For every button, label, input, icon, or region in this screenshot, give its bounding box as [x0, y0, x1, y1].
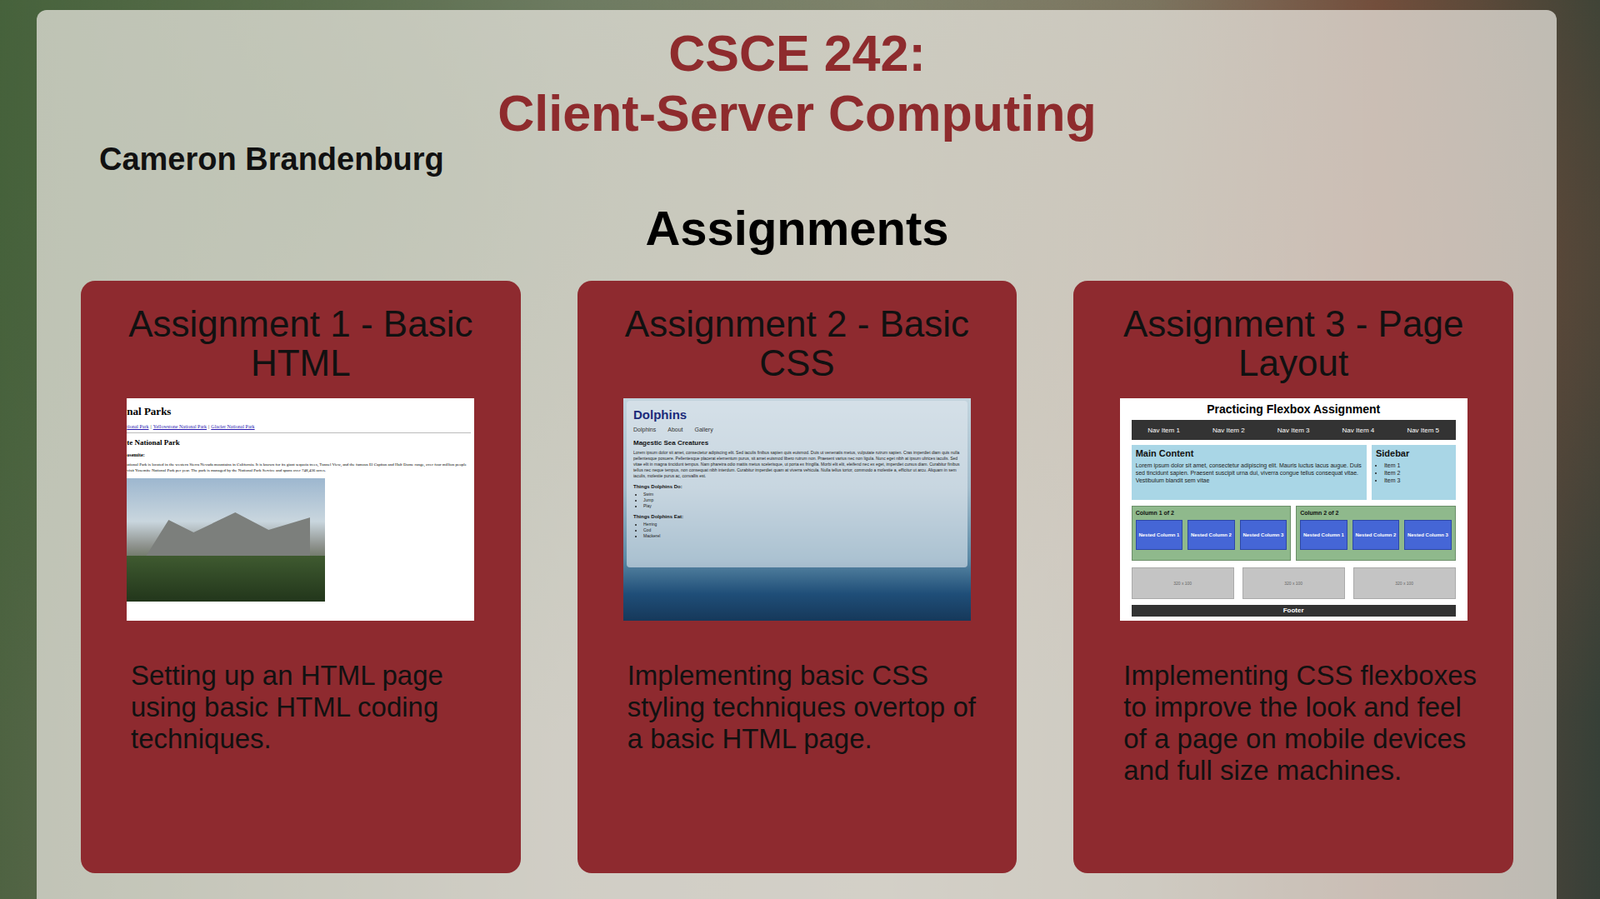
- assignment-card[interactable]: Assignment 2 - Basic CSSDolphinsDolphins…: [577, 280, 1018, 874]
- course-title: CSCE 242:Client-Server Computing: [80, 23, 1514, 144]
- mountain-shape: [143, 510, 310, 560]
- assignment-list: Assignment 1 - Basic HTML nal Parks tional…: [80, 280, 1514, 874]
- preview-subheading: Magestic Sea Creatures: [633, 439, 961, 448]
- author-name: Cameron Brandenburg: [80, 140, 1514, 179]
- preview-nav-item[interactable]: Gallery: [695, 425, 714, 435]
- preview-nav-item[interactable]: Nav Item 2: [1212, 426, 1245, 435]
- assignment-description: Implementing CSS flexboxes to improve th…: [1073, 660, 1514, 787]
- preview-list-title: Things Dolphins Eat:: [633, 513, 961, 520]
- preview-list-item: Cod: [643, 527, 961, 534]
- preview-sidebar-item: Item 1: [1384, 461, 1452, 470]
- assignment-card[interactable]: Assignment 1 - Basic HTML nal Parks tional…: [80, 280, 521, 874]
- course-code: CSCE 242:: [668, 23, 926, 84]
- link-separator: |: [208, 424, 210, 430]
- preview-sidebar-item: Item 2: [1384, 469, 1452, 477]
- page-background: CSCE 242:Client-Server ComputingCameron …: [0, 0, 1600, 899]
- preview-placeholder-box: 320 x 100: [1131, 567, 1235, 600]
- preview-sidebar-list: Item 1Item 2Item 3: [1375, 461, 1452, 485]
- preview-column: Column 2 of 2Nested Column 1Nested Colum…: [1295, 505, 1456, 561]
- link-separator: |: [150, 424, 152, 430]
- preview-column-title: Column 2 of 2: [1300, 509, 1452, 517]
- content-panel: CSCE 242:Client-Server ComputingCameron …: [36, 10, 1557, 899]
- preview-heading: Dolphins: [633, 407, 961, 423]
- preview-columns-row: Column 1 of 2Nested Column 1Nested Colum…: [1131, 505, 1456, 561]
- preview-list-item: Jump: [643, 497, 961, 504]
- preview-list-item: Herring: [643, 521, 961, 528]
- assignment-title[interactable]: Assignment 1 - Basic HTML: [80, 304, 521, 383]
- preview-nested-column: Nested Column 1: [1135, 520, 1184, 550]
- assignment-description: Setting up an HTML page using basic HTML…: [80, 660, 521, 755]
- preview-link[interactable]: Yellowstone National Park: [153, 424, 207, 430]
- preview-list: Things Dolphins Eat:HerringCodMackerel: [633, 513, 961, 540]
- preview-main-title: Main Content: [1135, 448, 1363, 460]
- preview-column: Column 1 of 2Nested Column 1Nested Colum…: [1131, 505, 1292, 561]
- preview-nav-item[interactable]: Nav Item 5: [1406, 426, 1440, 435]
- preview-column-title: Column 1 of 2: [1135, 509, 1288, 517]
- preview-content-box: Dolphins Dolphins About Gallery Magestic Sea…: [626, 400, 968, 568]
- preview-nested-row: Nested Column 1Nested Column 2Nested Col…: [1300, 520, 1452, 550]
- section-title: Assignments: [80, 200, 1514, 257]
- preview-nav: Dolphins About Gallery: [633, 425, 961, 435]
- assignment-preview[interactable]: Practicing Flexbox AssignmentNav Item 1N…: [1120, 398, 1468, 621]
- preview-paragraph: ational Park is located in the western S…: [126, 461, 471, 474]
- preview-list-item: Mackerel: [643, 533, 961, 540]
- preview-footer: Footer: [1131, 605, 1456, 617]
- assignment-title[interactable]: Assignment 3 - Page Layout: [1073, 304, 1514, 383]
- preview-list-item: Swim: [643, 491, 961, 498]
- preview-main-text: Lorem ipsum dolor sit amet, consectetur …: [1135, 461, 1363, 485]
- preview-nested-column: Nested Column 3: [1404, 520, 1452, 550]
- preview-sidebar-title: Sidebar: [1375, 448, 1452, 460]
- preview-nav-item[interactable]: About: [667, 425, 683, 435]
- preview-nav-item[interactable]: Dolphins: [633, 425, 656, 435]
- preview-nav-item[interactable]: Nav Item 1: [1147, 426, 1180, 435]
- preview-sidebar: SidebarItem 1Item 2Item 3: [1371, 445, 1456, 500]
- assignment-preview[interactable]: nal Parkstional Park|Yellowstone Nationa…: [126, 398, 475, 621]
- preview-paragraph: Lorem ipsum dolor sit amet, consectetur …: [633, 450, 961, 480]
- preview-links: tional Park|Yellowstone National Park|Gl…: [126, 423, 471, 430]
- assignment-card[interactable]: Assignment 3 - Page Layout Practicing Fle…: [1073, 280, 1514, 874]
- preview-label: osemite:: [126, 451, 471, 459]
- preview-boxes-row: 320 x 100320 x 100320 x 100: [1131, 567, 1456, 600]
- preview-link[interactable]: Glacier National Park: [210, 424, 255, 430]
- course-name: Client-Server Computing: [497, 83, 1097, 144]
- preview-bullet-list: HerringCodMackerel: [633, 521, 961, 540]
- preview-nav-item[interactable]: Nav Item 4: [1342, 426, 1375, 435]
- preview-list-item: Play: [643, 503, 961, 510]
- assignment-title[interactable]: Assignment 2 - Basic CSS: [577, 304, 1018, 383]
- preview-subheading: te National Park: [126, 438, 471, 448]
- preview-nested-column: Nested Column 1: [1300, 520, 1348, 550]
- preview-nested-column: Nested Column 2: [1352, 520, 1400, 550]
- preview-nested-column: Nested Column 2: [1187, 520, 1235, 550]
- preview-nested-column: Nested Column 3: [1240, 520, 1288, 550]
- preview-heading: Practicing Flexbox Assignment: [1131, 401, 1456, 420]
- preview-main-row: Main ContentLorem ipsum dolor sit amet, …: [1131, 445, 1456, 500]
- preview-sidebar-item: Item 3: [1384, 476, 1452, 485]
- assignment-preview[interactable]: Dolphins Dolphins About Gallery Magestic Sea…: [623, 398, 971, 621]
- preview-link[interactable]: tional Park: [126, 424, 149, 430]
- preview-rule: [126, 432, 471, 434]
- yosemite-photo: [126, 478, 325, 602]
- preview-main-content: Main ContentLorem ipsum dolor sit amet, …: [1131, 445, 1367, 500]
- forest-shape: [126, 555, 325, 602]
- assignment-description: Implementing basic CSS styling technique…: [577, 660, 1018, 755]
- preview-nav: Nav Item 1 Nav Item 2 Nav Item 3 Nav Item 4…: [1131, 420, 1456, 440]
- preview-nav-item[interactable]: Nav Item 3: [1277, 426, 1310, 435]
- page-header: CSCE 242:Client-Server ComputingCameron …: [80, 23, 1514, 179]
- preview-bullet-list: SwimJumpPlay: [633, 491, 961, 510]
- preview-placeholder-box: 320 x 100: [1353, 567, 1456, 600]
- preview-list-title: Things Dolphins Do:: [633, 483, 961, 490]
- preview-placeholder-box: 320 x 100: [1242, 567, 1345, 600]
- preview-nested-row: Nested Column 1Nested Column 2Nested Col…: [1135, 520, 1288, 550]
- preview-heading: nal Parks: [126, 405, 471, 419]
- preview-list: Things Dolphins Do:SwimJumpPlay: [633, 483, 961, 510]
